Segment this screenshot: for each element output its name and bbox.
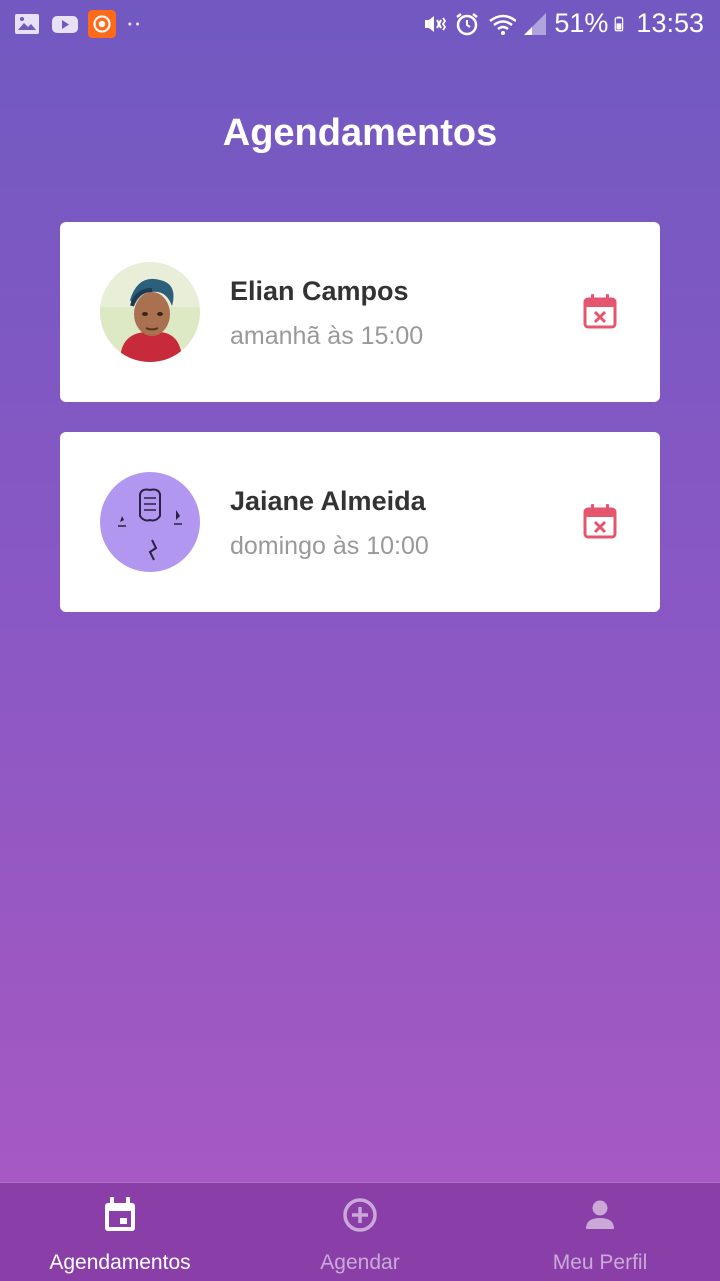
status-bar: 51% 13:53 — [0, 0, 720, 50]
bottom-tab-bar: Agendamentos Agendar Meu Perfil — [0, 1182, 720, 1281]
mute-vibrate-icon — [425, 15, 447, 32]
appointment-card: Elian Campos amanhã às 15:00 — [60, 222, 660, 402]
tab-label: Meu Perfil — [552, 1251, 648, 1274]
add-circle-icon — [343, 1198, 377, 1232]
cancel-appointment-button[interactable] — [580, 292, 620, 332]
youtube-icon — [52, 16, 78, 33]
calendar-cancel-icon — [583, 294, 617, 329]
app-icon — [88, 10, 116, 38]
gallery-icon — [15, 14, 39, 34]
battery-percent: 51% — [554, 8, 609, 38]
avatar — [100, 262, 200, 362]
alarm-icon — [456, 12, 479, 35]
person-icon — [586, 1200, 614, 1229]
tab-agendar[interactable]: Agendar — [240, 1183, 480, 1281]
signal-icon — [524, 12, 547, 35]
more-dots-icon — [128, 22, 140, 26]
avatar — [100, 472, 200, 572]
client-name: Elian Campos — [230, 276, 409, 306]
calendar-icon — [105, 1197, 135, 1231]
calendar-cancel-icon — [583, 504, 617, 539]
appointment-time: amanhã às 15:00 — [230, 322, 424, 350]
wifi-icon — [489, 14, 517, 35]
client-name: Jaiane Almeida — [230, 486, 426, 516]
tab-meu-perfil[interactable]: Meu Perfil — [480, 1183, 720, 1281]
tab-label: Agendar — [320, 1251, 400, 1274]
status-right-icons: 51% 13:53 — [422, 8, 704, 39]
appointment-time: domingo às 10:00 — [230, 532, 429, 560]
appointment-card: Jaiane Almeida domingo às 10:00 — [60, 432, 660, 612]
page-title: Agendamentos — [222, 112, 498, 154]
tab-agendamentos[interactable]: Agendamentos — [0, 1183, 240, 1281]
battery-icon — [615, 16, 624, 31]
cancel-appointment-button[interactable] — [580, 502, 620, 542]
status-left-icons — [14, 10, 146, 38]
tab-label: Agendamentos — [49, 1251, 191, 1274]
clock: 13:53 — [636, 8, 704, 38]
